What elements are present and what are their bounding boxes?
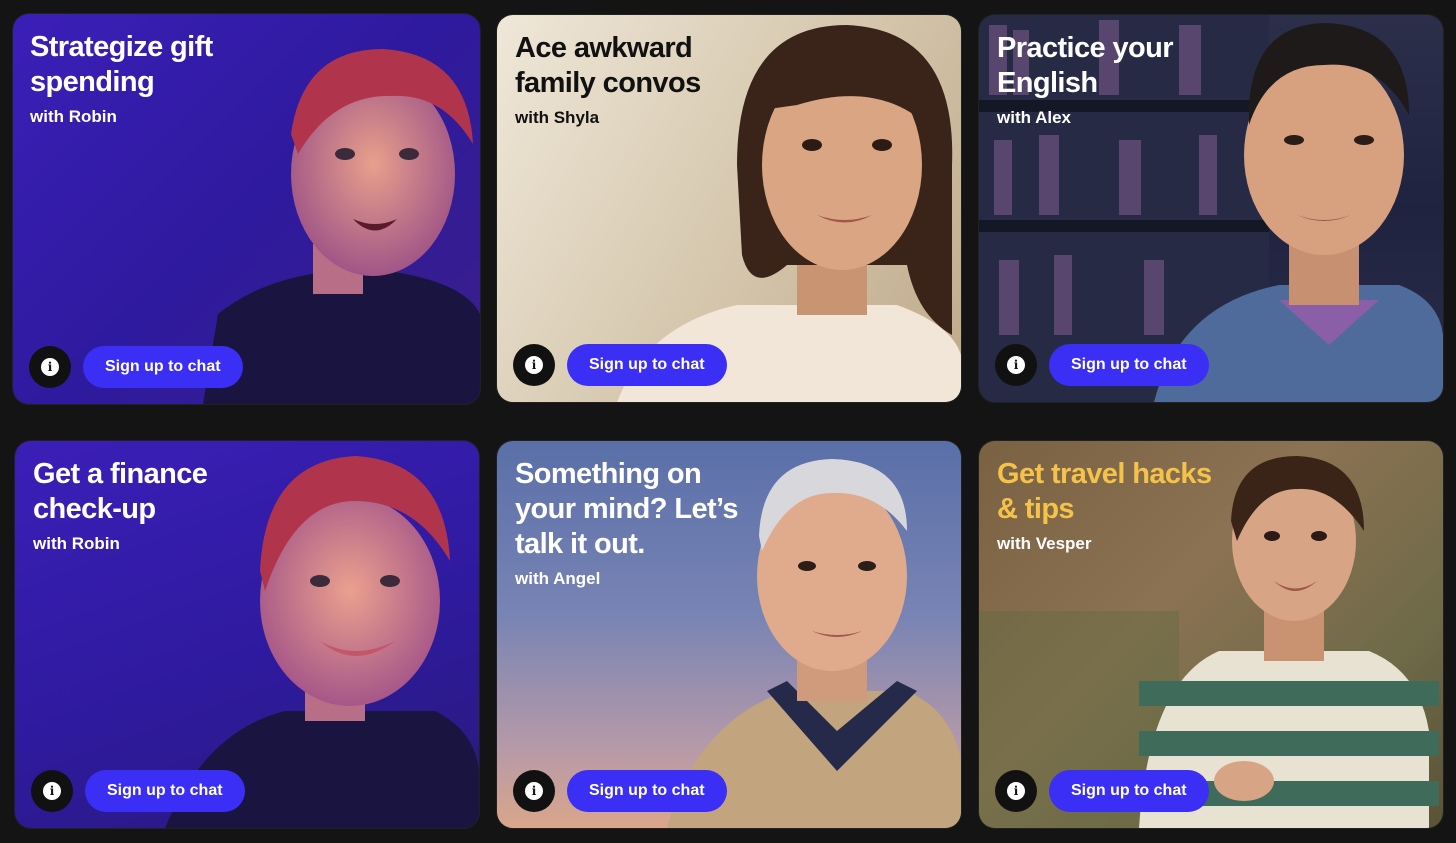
sign-up-to-chat-button[interactable]: Sign up to chat — [567, 344, 727, 386]
info-button[interactable]: i — [31, 770, 73, 812]
sign-up-to-chat-button[interactable]: Sign up to chat — [83, 346, 243, 388]
sign-up-to-chat-button[interactable]: Sign up to chat — [85, 770, 245, 812]
sign-up-to-chat-button[interactable]: Sign up to chat — [567, 770, 727, 812]
info-icon: i — [525, 782, 543, 800]
info-icon: i — [43, 782, 61, 800]
assistant-card-alex-english[interactable]: Practice your English with Alex i Sign u… — [979, 15, 1443, 402]
info-button[interactable]: i — [29, 346, 71, 388]
sign-up-to-chat-button[interactable]: Sign up to chat — [1049, 770, 1209, 812]
info-button[interactable]: i — [513, 344, 555, 386]
card-title: Something on your mind? Let’s talk it ou… — [515, 458, 739, 560]
card-title: Get travel hacks & tips — [997, 458, 1212, 525]
info-button[interactable]: i — [513, 770, 555, 812]
card-title: Get a finance check-up — [33, 458, 208, 525]
sign-up-to-chat-button[interactable]: Sign up to chat — [1049, 344, 1209, 386]
card-subtitle: with Vesper — [997, 534, 1092, 553]
card-subtitle: with Shyla — [515, 108, 600, 127]
card-title: Ace awkward family convos — [515, 32, 701, 99]
info-button[interactable]: i — [995, 770, 1037, 812]
card-subtitle: with Robin — [33, 534, 120, 553]
assistant-card-shyla-family[interactable]: Ace awkward family convos with Shyla i S… — [497, 15, 961, 402]
assistant-card-grid: Strategize gift spending with Robin i Si… — [0, 0, 1456, 843]
info-icon: i — [41, 358, 59, 376]
card-subtitle: with Robin — [30, 107, 117, 126]
info-icon: i — [525, 356, 543, 374]
info-icon: i — [1007, 356, 1025, 374]
card-subtitle: with Angel — [515, 569, 601, 588]
card-title: Strategize gift spending — [30, 31, 213, 98]
assistant-card-robin-gifts[interactable]: Strategize gift spending with Robin i Si… — [13, 14, 480, 404]
info-icon: i — [1007, 782, 1025, 800]
assistant-card-vesper-travel[interactable]: Get travel hacks & tips with Vesper i Si… — [979, 441, 1443, 828]
info-button[interactable]: i — [995, 344, 1037, 386]
assistant-card-robin-finance[interactable]: Get a finance check-up with Robin i Sign… — [15, 441, 479, 828]
card-title: Practice your English — [997, 32, 1174, 99]
card-subtitle: with Alex — [997, 108, 1071, 127]
assistant-card-angel-talk[interactable]: Something on your mind? Let’s talk it ou… — [497, 441, 961, 828]
